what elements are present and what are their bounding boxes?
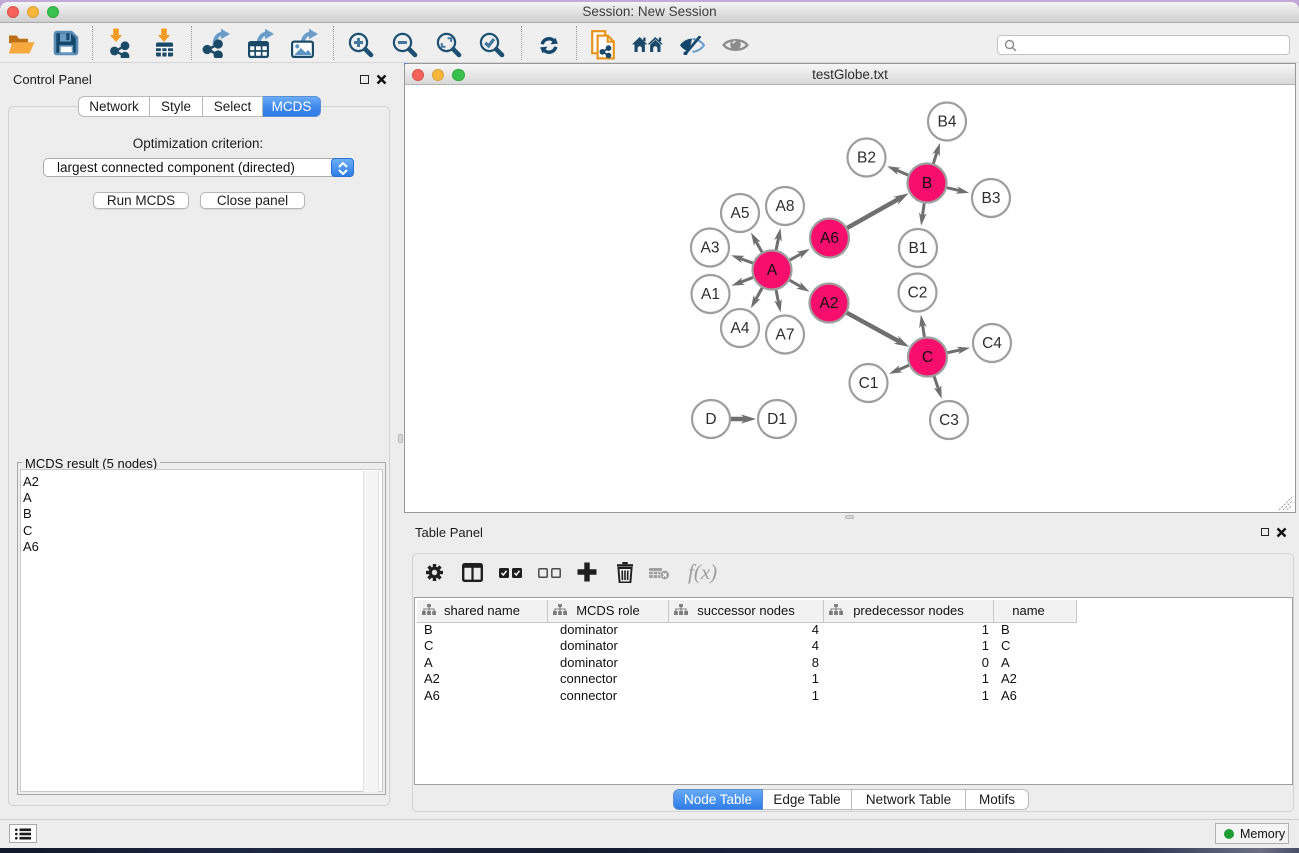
svg-text:A: A <box>767 262 778 279</box>
svg-text:D: D <box>705 411 716 428</box>
svg-text:D1: D1 <box>767 411 787 428</box>
svg-text:A6: A6 <box>820 230 839 247</box>
svg-text:C3: C3 <box>939 412 959 429</box>
svg-text:A7: A7 <box>776 326 795 343</box>
svg-text:C4: C4 <box>982 335 1002 352</box>
svg-text:C: C <box>922 349 933 366</box>
svg-text:A2: A2 <box>820 295 839 312</box>
svg-text:B1: B1 <box>909 240 928 257</box>
svg-text:A3: A3 <box>701 239 720 256</box>
svg-text:C1: C1 <box>859 375 879 392</box>
svg-text:A8: A8 <box>776 198 795 215</box>
svg-text:B2: B2 <box>857 149 876 166</box>
svg-text:B4: B4 <box>938 113 957 130</box>
svg-text:B3: B3 <box>982 190 1001 207</box>
svg-text:B: B <box>922 175 932 192</box>
svg-text:C2: C2 <box>908 284 928 301</box>
svg-text:A5: A5 <box>731 205 750 222</box>
svg-text:A1: A1 <box>701 286 720 303</box>
svg-text:A4: A4 <box>731 320 750 337</box>
